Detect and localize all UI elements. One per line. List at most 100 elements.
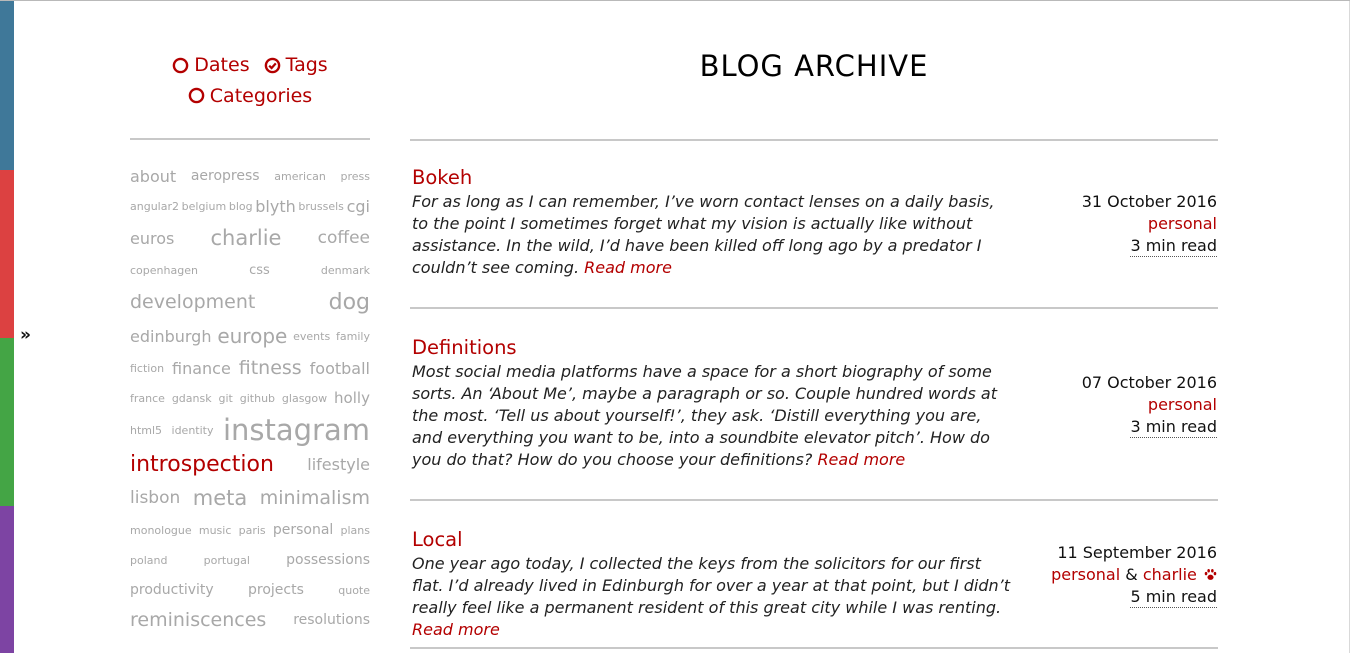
category-link-charlie[interactable]: charlie	[1143, 565, 1197, 584]
tag-cloud-row: euros charlie coffee	[130, 221, 370, 255]
tag-link-brussels[interactable]: brussels	[298, 200, 344, 213]
tag-link-football[interactable]: football	[310, 359, 370, 378]
post-excerpt: One year ago today, I collected the keys…	[412, 554, 1011, 639]
post-bokeh: Bokeh For as long as I can remember, I’v…	[412, 165, 1217, 279]
category-link-personal[interactable]: personal	[1148, 214, 1217, 233]
tag-link-france[interactable]: france	[130, 392, 165, 405]
tag-link-minimalism[interactable]: minimalism	[260, 487, 370, 509]
tag-link-plans[interactable]: plans	[341, 524, 370, 537]
post-date: 31 October 2016	[1081, 192, 1217, 211]
tag-link-blog[interactable]: blog	[229, 200, 253, 213]
tag-link-american[interactable]: american	[274, 170, 326, 183]
tag-cloud-row: introspection lifestyle	[130, 447, 370, 481]
category-link-personal[interactable]: personal	[1148, 395, 1217, 414]
mode-tags[interactable]: Tags	[264, 51, 328, 79]
page-title: BLOG ARCHIVE	[699, 49, 929, 83]
tag-link-resolutions[interactable]: resolutions	[293, 612, 370, 628]
tag-link-belgium[interactable]: belgium	[182, 200, 227, 213]
tag-cloud-row: poland portugal possessions	[130, 545, 370, 575]
tag-link-meta[interactable]: meta	[193, 486, 247, 510]
reading-time: 3 min read	[1130, 236, 1217, 257]
mode-tags-label: Tags	[285, 54, 328, 76]
tag-link-monologue[interactable]: monologue	[130, 524, 192, 537]
post-local: Local One year ago today, I collected th…	[412, 527, 1217, 641]
tag-cloud-row: angular2 belgium blog blyth brussels cgi	[130, 191, 370, 221]
stripe-purple	[0, 506, 14, 653]
reading-time: 3 min read	[1130, 417, 1217, 438]
category-link-personal[interactable]: personal	[1051, 565, 1120, 584]
post-divider	[410, 307, 1218, 309]
tag-link-paris[interactable]: paris	[239, 524, 266, 537]
tag-link-dog[interactable]: dog	[329, 290, 370, 315]
sidebar-toggle-button[interactable]: »	[20, 327, 31, 344]
tag-link-lifestyle[interactable]: lifestyle	[307, 455, 370, 474]
post-meta: 07 October 2016 personal 3 min read	[1082, 372, 1217, 438]
tag-link-portugal[interactable]: portugal	[204, 554, 250, 567]
tag-link-coffee[interactable]: coffee	[318, 228, 370, 248]
tag-link-events[interactable]: events	[293, 330, 330, 343]
tag-link-html5[interactable]: html5	[130, 424, 162, 437]
tag-link-europe[interactable]: europe	[217, 324, 287, 348]
post-date: 07 October 2016	[1081, 373, 1217, 392]
reading-time: 5 min read	[1130, 587, 1217, 608]
tag-link-fiction[interactable]: fiction	[130, 362, 164, 375]
mode-categories-label: Categories	[209, 84, 313, 107]
tag-cloud-row: development dog	[130, 285, 370, 319]
tag-link-fitness[interactable]: fitness	[239, 357, 302, 379]
category-separator: &	[1125, 565, 1138, 584]
tag-link-productivity[interactable]: productivity	[130, 582, 214, 598]
post-title-link[interactable]: Definitions	[412, 335, 1217, 361]
tag-link-cgi[interactable]: cgi	[347, 197, 370, 216]
tag-link-press[interactable]: press	[341, 170, 371, 183]
tag-link-about[interactable]: about	[130, 167, 176, 186]
stripe-blue	[0, 1, 14, 170]
mode-dates[interactable]: Dates	[172, 51, 250, 79]
tag-link-personal[interactable]: personal	[273, 522, 333, 538]
mode-dates-label: Dates	[194, 54, 250, 76]
tag-link-family[interactable]: family	[336, 330, 370, 343]
tag-cloud-row: edinburgh europe events family	[130, 319, 370, 353]
post-title-link[interactable]: Bokeh	[412, 165, 1217, 191]
tag-cloud-row: reminiscences resolutions	[130, 605, 370, 635]
tag-link-gdansk[interactable]: gdansk	[172, 392, 212, 405]
tag-link-instagram[interactable]: instagram	[223, 413, 370, 447]
tag-link-introspection[interactable]: introspection	[130, 452, 274, 477]
tag-cloud-row: france gdansk git github glasgow holly	[130, 383, 370, 413]
tag-link-css[interactable]: css	[249, 263, 270, 278]
header-divider	[410, 139, 1218, 141]
mode-categories[interactable]: Categories	[188, 82, 312, 110]
tag-link-music[interactable]: music	[199, 524, 232, 537]
tag-link-finance[interactable]: finance	[172, 359, 231, 378]
paw-icon	[1204, 569, 1217, 580]
tag-link-blyth[interactable]: blyth	[255, 197, 295, 216]
tag-cloud-row: monologue music paris personal plans	[130, 515, 370, 545]
tag-link-angular2[interactable]: angular2	[130, 200, 179, 213]
tag-link-charlie[interactable]: charlie	[211, 226, 282, 250]
tag-link-projects[interactable]: projects	[248, 582, 304, 598]
tag-link-identity[interactable]: identity	[172, 424, 214, 437]
tag-cloud-row: fiction finance fitness football	[130, 353, 370, 383]
post-divider	[410, 647, 1218, 649]
tag-link-denmark[interactable]: denmark	[321, 264, 370, 277]
tag-link-development[interactable]: development	[130, 291, 255, 313]
tag-link-github[interactable]: github	[240, 392, 275, 405]
tag-cloud-row: productivity projects quote	[130, 575, 370, 605]
tag-link-poland[interactable]: poland	[130, 554, 167, 567]
post-excerpt: For as long as I can remember, I’ve worn…	[412, 192, 995, 277]
tag-link-lisbon[interactable]: lisbon	[130, 488, 180, 508]
tag-link-copenhagen[interactable]: copenhagen	[130, 264, 198, 277]
tag-link-git[interactable]: git	[219, 392, 233, 405]
tag-link-glasgow[interactable]: glasgow	[282, 392, 327, 405]
tag-link-quote[interactable]: quote	[338, 584, 370, 597]
tag-link-reminiscences[interactable]: reminiscences	[130, 609, 266, 631]
read-more-link[interactable]: Read more	[412, 620, 500, 639]
read-more-link[interactable]: Read more	[817, 450, 905, 469]
post-excerpt: Most social media platforms have a space…	[412, 362, 997, 469]
tag-link-edinburgh[interactable]: edinburgh	[130, 327, 211, 346]
tag-link-possessions[interactable]: possessions	[286, 552, 370, 568]
tag-link-euros[interactable]: euros	[130, 229, 174, 248]
sidebar-divider	[130, 138, 370, 140]
read-more-link[interactable]: Read more	[584, 258, 672, 277]
tag-link-holly[interactable]: holly	[334, 389, 370, 407]
tag-link-aeropress[interactable]: aeropress	[191, 168, 260, 184]
